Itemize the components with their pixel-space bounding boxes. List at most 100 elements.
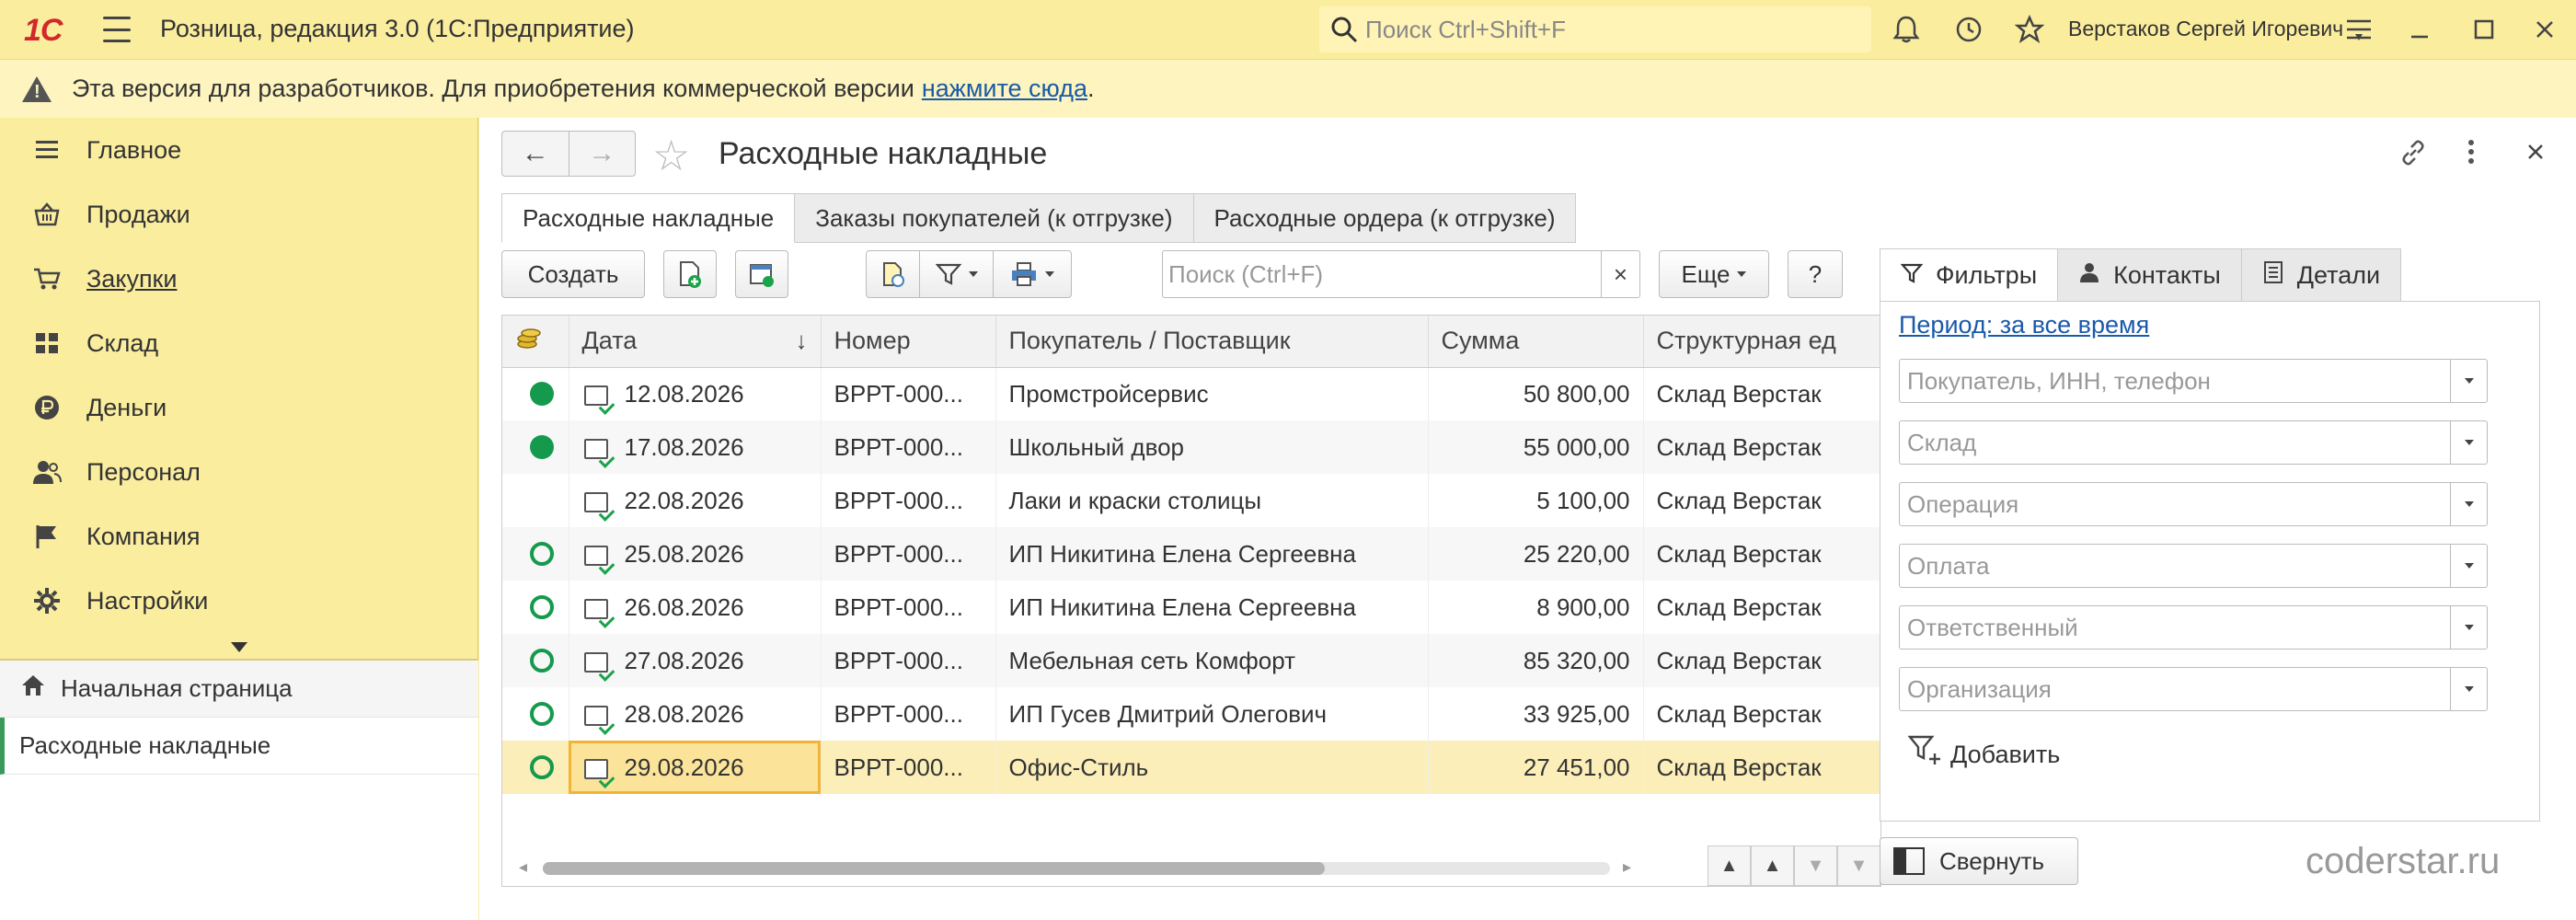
cell-partner[interactable]: ИП Никитина Елена Сергеевна	[995, 527, 1429, 581]
cell-partner[interactable]: ИП Никитина Елена Сергеевна	[995, 581, 1429, 634]
column-sum[interactable]: Сумма	[1428, 316, 1644, 368]
tab-details[interactable]: Детали	[2241, 248, 2402, 302]
table-row[interactable]: 29.08.2026 ВРРТ-000... Офис-Стиль 27 451,00…	[502, 741, 1880, 794]
bell-icon[interactable]	[1888, 11, 1925, 48]
cell-unit[interactable]: Склад Верстак	[1643, 367, 1880, 420]
favorite-star-icon[interactable]: ☆	[652, 131, 690, 180]
cell-partner[interactable]: ИП Гусев Дмитрий Олегович	[995, 687, 1429, 741]
column-unit[interactable]: Структурная ед	[1643, 316, 1880, 368]
horizontal-scrollbar[interactable]	[543, 862, 1610, 875]
sidebar-item-company[interactable]: Компания	[0, 504, 477, 569]
link-icon[interactable]	[2398, 138, 2428, 175]
cell-sum[interactable]: 27 451,00	[1428, 741, 1644, 794]
cell-sum[interactable]: 85 320,00	[1428, 634, 1644, 687]
cell-date[interactable]: 25.08.2026	[569, 527, 822, 581]
go-up-icon[interactable]: ▲	[1751, 845, 1794, 886]
cell-number[interactable]: ВРРТ-000...	[821, 367, 996, 420]
cell-date[interactable]: 27.08.2026	[569, 634, 822, 687]
cell-sum[interactable]: 25 220,00	[1428, 527, 1644, 581]
sidebar-expand-arrow-icon[interactable]	[0, 633, 477, 661]
tab-filters[interactable]: Фильтры	[1880, 248, 2059, 302]
cell-sum[interactable]: 33 925,00	[1428, 687, 1644, 741]
list-search-input[interactable]: Поиск (Ctrl+F) ×	[1162, 250, 1640, 298]
cell-sum[interactable]: 5 100,00	[1428, 474, 1644, 527]
open-window-home[interactable]: Начальная страница	[0, 661, 478, 718]
sidebar-item-settings[interactable]: Настройки	[0, 569, 477, 633]
global-search-input[interactable]: Поиск Ctrl+Shift+F	[1319, 6, 1871, 52]
cell-date[interactable]: 17.08.2026	[569, 420, 822, 474]
cell-status[interactable]	[502, 474, 569, 527]
table-row[interactable]: 25.08.2026 ВРРТ-000... ИП Никитина Елена С…	[502, 527, 1880, 581]
sidebar-item-purchases[interactable]: Закупки	[0, 247, 477, 311]
cell-date[interactable]: 12.08.2026	[569, 367, 822, 420]
close-window-icon[interactable]	[2526, 11, 2563, 48]
purchase-link[interactable]: нажмите сюда	[922, 75, 1087, 103]
column-number[interactable]: Номер	[821, 316, 996, 368]
cell-unit[interactable]: Склад Верстак	[1643, 581, 1880, 634]
minimize-icon[interactable]	[2401, 11, 2438, 48]
cell-status[interactable]	[502, 420, 569, 474]
cell-status[interactable]	[502, 367, 569, 420]
table-row[interactable]: 28.08.2026 ВРРТ-000... ИП Гусев Дмитрий Ол…	[502, 687, 1880, 741]
sidebar-item-sales[interactable]: Продажи	[0, 182, 477, 247]
cell-unit[interactable]: Склад Верстак	[1643, 741, 1880, 794]
cell-unit[interactable]: Склад Верстак	[1643, 420, 1880, 474]
filter-partner[interactable]: Покупатель, ИНН, телефон	[1899, 359, 2488, 403]
cell-partner[interactable]: Промстройсервис	[995, 367, 1429, 420]
create-button[interactable]: Создать	[501, 250, 645, 298]
chevron-down-icon[interactable]	[2450, 606, 2487, 649]
clear-search-button[interactable]: ×	[1601, 251, 1639, 297]
cell-status[interactable]	[502, 687, 569, 741]
cell-number[interactable]: ВРРТ-000...	[821, 527, 996, 581]
tab-outgoing-orders[interactable]: Расходные ордера (к отгрузке)	[1193, 193, 1577, 243]
cell-unit[interactable]: Склад Верстак	[1643, 687, 1880, 741]
period-icon[interactable]	[867, 251, 920, 297]
go-first-icon[interactable]: ▲	[1708, 845, 1751, 886]
scroll-right-arrow-icon[interactable]: ▸	[1623, 857, 1631, 877]
cell-status[interactable]	[502, 581, 569, 634]
table-row[interactable]: 26.08.2026 ВРРТ-000... ИП Никитина Елена С…	[502, 581, 1880, 634]
go-last-icon[interactable]: ▼	[1837, 845, 1880, 886]
filter-organization[interactable]: Организация	[1899, 667, 2488, 711]
add-filter-button[interactable]: Добавить	[1907, 734, 2060, 775]
column-status[interactable]	[502, 316, 569, 368]
cell-status[interactable]	[502, 634, 569, 687]
cell-status[interactable]	[502, 741, 569, 794]
main-menu-icon[interactable]	[103, 17, 131, 42]
history-icon[interactable]	[1950, 11, 1987, 48]
open-window-current[interactable]: Расходные накладные	[0, 718, 478, 775]
sidebar-item-warehouse[interactable]: Склад	[0, 311, 477, 375]
cell-partner[interactable]: Школьный двор	[995, 420, 1429, 474]
cell-sum[interactable]: 50 800,00	[1428, 367, 1644, 420]
cell-date[interactable]: 26.08.2026	[569, 581, 822, 634]
go-down-icon[interactable]: ▼	[1794, 845, 1837, 886]
filter-payment[interactable]: Оплата	[1899, 544, 2488, 588]
filter-responsible[interactable]: Ответственный	[1899, 605, 2488, 650]
collapse-panel-button[interactable]: Свернуть	[1880, 837, 2078, 885]
period-link[interactable]: Период: за все время	[1899, 311, 2149, 339]
cell-number[interactable]: ВРРТ-000...	[821, 634, 996, 687]
tab-customer-orders[interactable]: Заказы покупателей (к отгрузке)	[795, 193, 1194, 243]
filter-funnel-icon[interactable]	[920, 251, 994, 297]
sidebar-item-personnel[interactable]: Персонал	[0, 440, 477, 504]
cell-sum[interactable]: 8 900,00	[1428, 581, 1644, 634]
cell-number[interactable]: ВРРТ-000...	[821, 420, 996, 474]
favorites-star-icon[interactable]	[2011, 11, 2048, 48]
column-date[interactable]: Дата ↓	[569, 316, 822, 368]
column-partner[interactable]: Покупатель / Поставщик	[995, 316, 1429, 368]
cell-partner[interactable]: Лаки и краски столицы	[995, 474, 1429, 527]
table-row[interactable]: 27.08.2026 ВРРТ-000... Мебельная сеть Комф…	[502, 634, 1880, 687]
chevron-down-icon[interactable]	[2450, 668, 2487, 710]
tab-invoices[interactable]: Расходные накладные	[501, 193, 796, 243]
table-row[interactable]: 22.08.2026 ВРРТ-000... Лаки и краски столи…	[502, 474, 1880, 527]
cell-number[interactable]: ВРРТ-000...	[821, 741, 996, 794]
cell-number[interactable]: ВРРТ-000...	[821, 474, 996, 527]
sidebar-item-main[interactable]: Главное	[0, 118, 477, 182]
cell-unit[interactable]: Склад Верстак	[1643, 474, 1880, 527]
cell-date[interactable]: 22.08.2026	[569, 474, 822, 527]
more-menu-button[interactable]: Еще	[1659, 250, 1769, 298]
sidebar-item-money[interactable]: Деньги	[0, 375, 477, 440]
cell-partner[interactable]: Офис-Стиль	[995, 741, 1429, 794]
close-form-icon[interactable]	[2525, 138, 2546, 169]
chevron-down-icon[interactable]	[2450, 360, 2487, 402]
